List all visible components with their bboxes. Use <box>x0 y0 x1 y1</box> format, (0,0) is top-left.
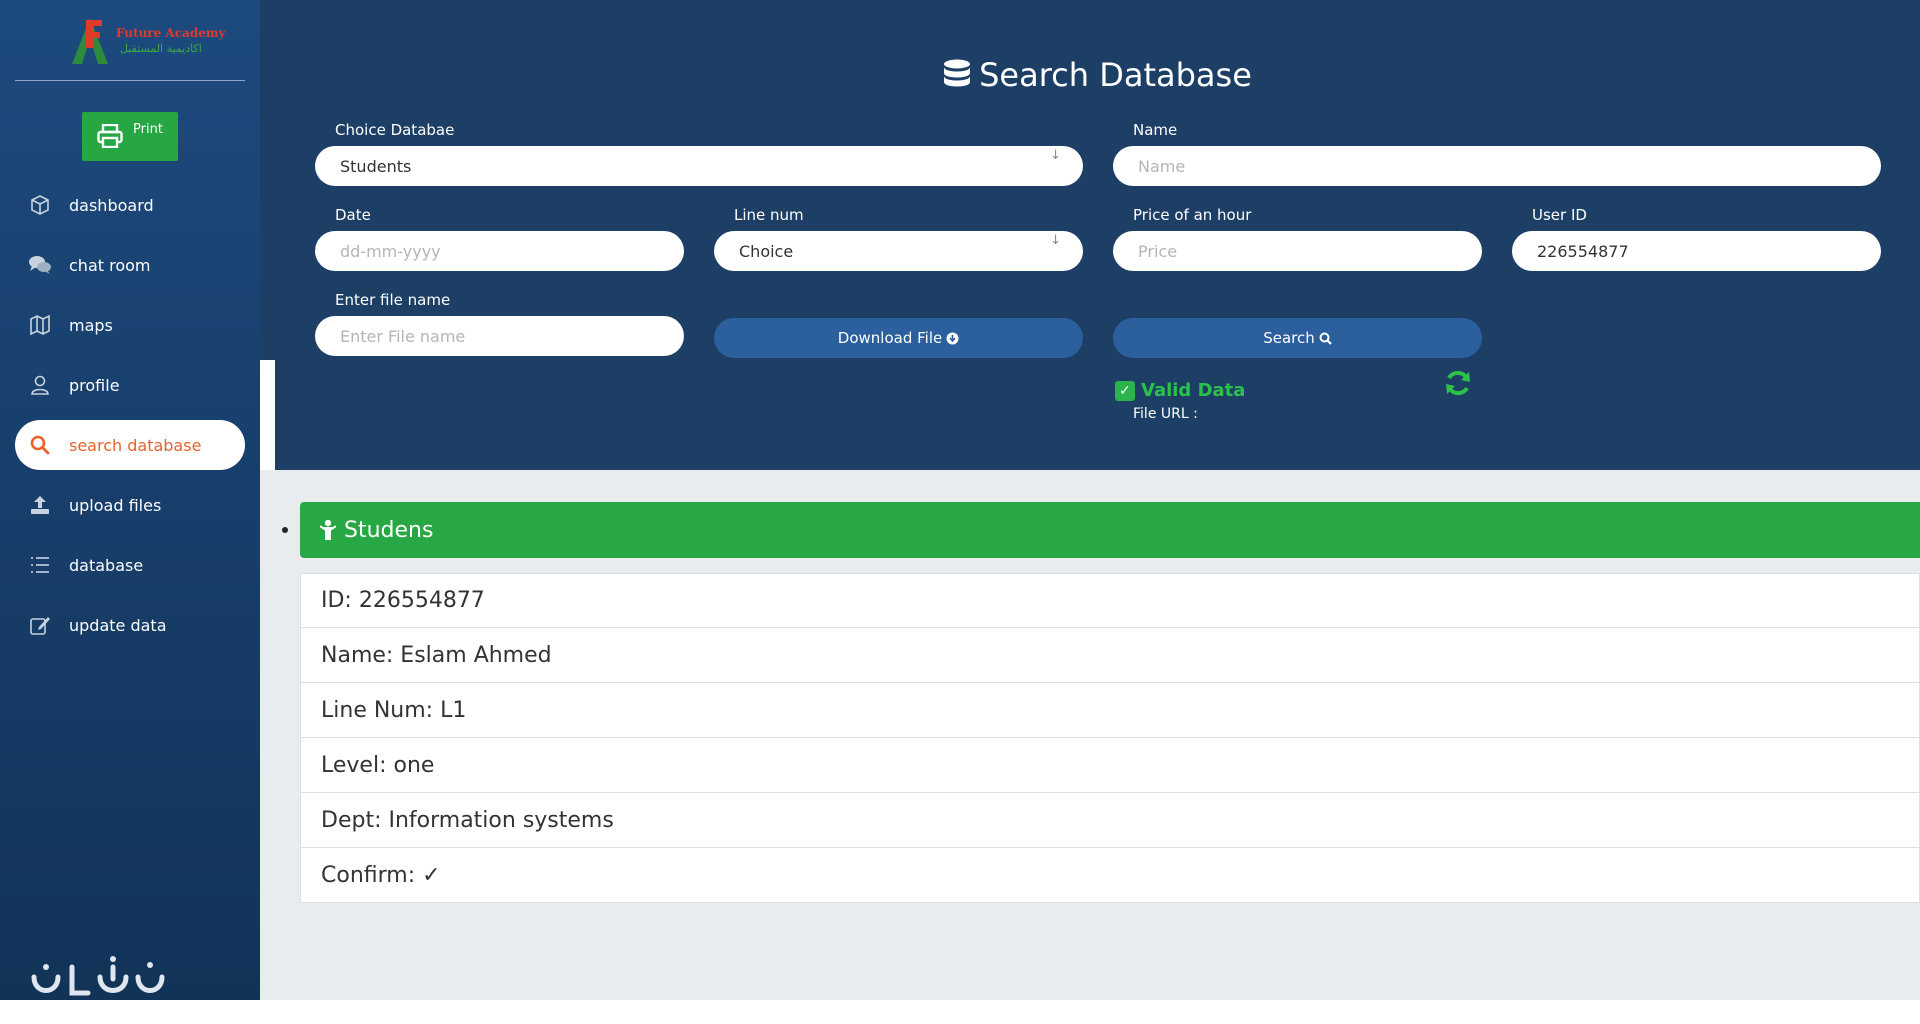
line-num-value: Choice <box>739 241 794 261</box>
file-name-input[interactable]: Enter File name <box>315 316 684 356</box>
page-title-text: Search Database <box>979 56 1252 94</box>
search-panel: Search Database Choice Databae Students … <box>275 0 1920 470</box>
results-header-title: Studens <box>344 517 434 543</box>
search-icon <box>1319 332 1332 345</box>
file-url-label: File URL : <box>1133 406 1198 422</box>
results-list: ID: 226554877 Name: Eslam Ahmed Line Num… <box>300 573 1920 903</box>
footer-strip <box>0 1000 1920 1024</box>
name-input[interactable]: Name <box>1113 146 1881 186</box>
logo[interactable]: Future Academy اكاديمية المستقبل <box>68 14 226 70</box>
price-label: Price of an hour <box>1133 206 1252 224</box>
date-input[interactable]: dd-mm-yyyy <box>315 231 684 271</box>
price-input[interactable]: Price <box>1113 231 1482 271</box>
search-button[interactable]: Search <box>1113 318 1482 358</box>
sidebar-nav: dashboard chat room maps profile search … <box>15 180 245 660</box>
page-title: Search Database <box>275 56 1920 94</box>
user-id-label: User ID <box>1532 206 1587 224</box>
name-placeholder: Name <box>1138 156 1186 176</box>
cube-icon <box>27 192 53 218</box>
user-id-input[interactable]: 226554877 <box>1512 231 1881 271</box>
sidebar-item-label: maps <box>69 315 113 335</box>
list-icon <box>27 552 53 578</box>
list-item-id: ID: 226554877 <box>300 573 1920 628</box>
list-bullet <box>282 527 288 533</box>
print-label: Print <box>133 122 163 137</box>
sidebar-item-label: profile <box>69 375 120 395</box>
sidebar-item-maps[interactable]: maps <box>15 300 245 350</box>
search-button-label: Search <box>1263 329 1315 347</box>
choice-database-value: Students <box>340 156 412 176</box>
chevron-down-icon: ↓ <box>1050 148 1061 163</box>
logo-title-en: Future Academy <box>116 26 226 40</box>
database-icon <box>944 59 971 87</box>
list-item-name: Name: Eslam Ahmed <box>300 628 1920 683</box>
list-item-level: Level: one <box>300 738 1920 793</box>
map-icon <box>27 312 53 338</box>
results-header: Studens <box>300 502 1920 558</box>
sidebar-item-label: search database <box>69 435 202 455</box>
chat-icon <box>27 252 53 278</box>
line-num-select[interactable]: Choice ↓ <box>714 231 1083 271</box>
upload-icon <box>27 492 53 518</box>
price-placeholder: Price <box>1138 241 1178 261</box>
sidebar: Future Academy اكاديمية المستقبل Print d… <box>0 0 260 1000</box>
sidebar-item-chat-room[interactable]: chat room <box>15 240 245 290</box>
download-file-button[interactable]: Download File <box>714 318 1083 358</box>
sidebar-item-database[interactable]: database <box>15 540 245 590</box>
sidebar-item-label: upload files <box>69 495 162 515</box>
download-file-label: Download File <box>837 329 943 347</box>
choice-database-select[interactable]: Students ↓ <box>315 146 1083 186</box>
sidebar-item-update-data[interactable]: update data <box>15 600 245 650</box>
valid-data-label: Valid Data <box>1141 380 1246 401</box>
valid-data-indicator: ✓ Valid Data <box>1115 380 1245 401</box>
refresh-icon[interactable] <box>1443 368 1473 402</box>
date-label: Date <box>335 206 371 224</box>
sidebar-item-profile[interactable]: profile <box>15 360 245 410</box>
print-button[interactable]: Print <box>82 112 178 161</box>
user-id-value: 226554877 <box>1537 241 1629 261</box>
download-circle-icon <box>946 332 959 344</box>
logo-title-ar: اكاديمية المستقبل <box>120 42 202 55</box>
sidebar-item-upload-files[interactable]: upload files <box>15 480 245 530</box>
list-item-line-num: Line Num: L1 <box>300 683 1920 738</box>
chevron-down-icon: ↓ <box>1050 233 1061 248</box>
sidebar-item-label: chat room <box>69 255 151 275</box>
sidebar-item-label: dashboard <box>69 195 154 215</box>
name-label: Name <box>1133 121 1178 139</box>
file-name-placeholder: Enter File name <box>340 326 466 346</box>
printer-icon <box>97 124 123 148</box>
edit-icon <box>27 612 53 638</box>
user-icon <box>27 372 53 398</box>
sidebar-item-label: update data <box>69 615 167 635</box>
list-item-dept: Dept: Information systems <box>300 793 1920 848</box>
date-placeholder: dd-mm-yyyy <box>340 241 441 261</box>
file-name-label: Enter file name <box>335 291 451 309</box>
sidebar-divider <box>15 80 245 81</box>
checkbox-checked-icon[interactable]: ✓ <box>1115 380 1135 401</box>
sidebar-item-search-database[interactable]: search database <box>15 420 245 470</box>
sidebar-item-label: database <box>69 555 144 575</box>
search-icon <box>27 432 53 458</box>
academy-logo-icon <box>72 18 108 64</box>
list-item-confirm: Confirm: ✓ <box>300 848 1920 903</box>
choice-database-label: Choice Databae <box>335 121 455 139</box>
line-num-label: Line num <box>734 206 804 224</box>
brand-watermark-icon <box>28 955 168 1001</box>
sidebar-item-dashboard[interactable]: dashboard <box>15 180 245 230</box>
student-icon <box>320 519 336 540</box>
